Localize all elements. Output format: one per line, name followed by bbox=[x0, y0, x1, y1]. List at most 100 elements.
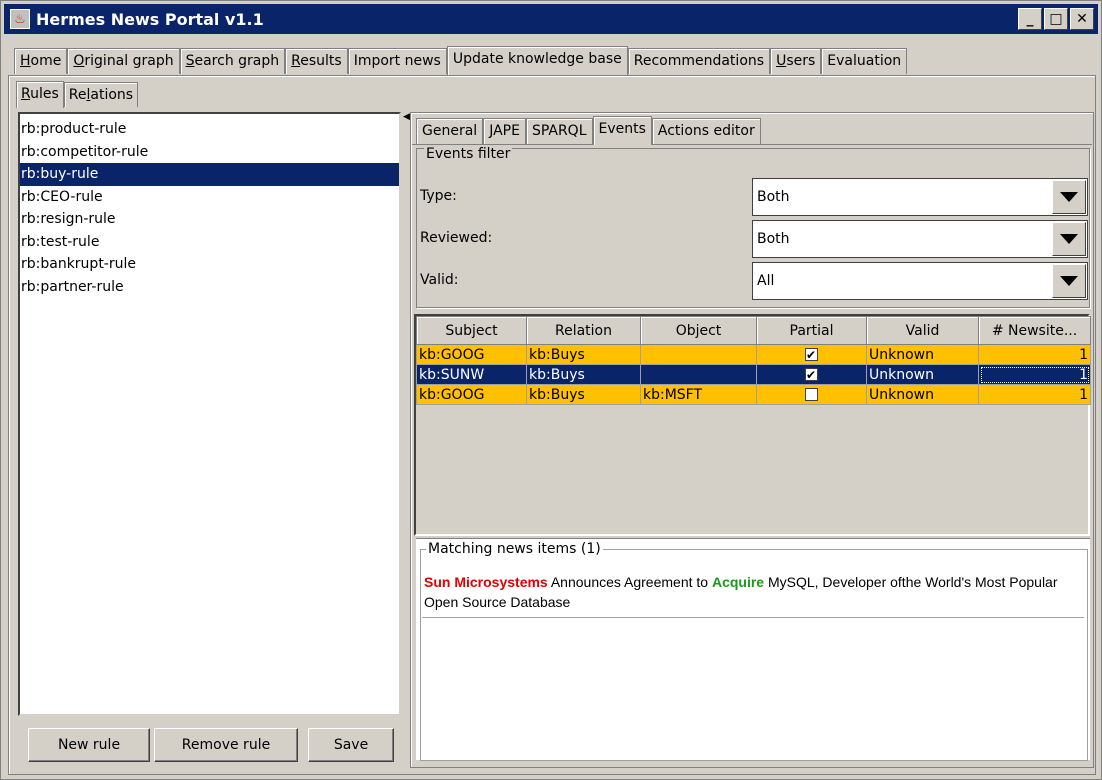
table-row[interactable]: kb:GOOG kb:Buys kb:MSFT Unknown 1 bbox=[416, 384, 1091, 405]
cell-relation: kb:Buys bbox=[526, 364, 641, 385]
type-label: Type: bbox=[420, 188, 457, 204]
cell-count: 1 bbox=[978, 364, 1091, 385]
list-item[interactable]: rb:product-rule bbox=[20, 118, 399, 141]
subject-keyword: Sun Microsystems bbox=[424, 574, 548, 590]
partial-checkbox[interactable] bbox=[805, 366, 818, 384]
tab-recommendations-label: Recommendations bbox=[633, 53, 765, 69]
valid-dropdown-button[interactable] bbox=[1052, 264, 1086, 298]
cell-subject: kb:GOOG bbox=[416, 384, 527, 405]
tab-rules[interactable]: Rules bbox=[16, 81, 64, 108]
main-tab-strip: Home Original graph Search graph Results… bbox=[14, 46, 908, 75]
type-dropdown-button[interactable] bbox=[1052, 180, 1086, 214]
cell-valid: Unknown bbox=[866, 344, 979, 365]
chevron-down-icon bbox=[1060, 276, 1078, 286]
table-row[interactable]: kb:GOOG kb:Buys Unknown 1 bbox=[416, 344, 1091, 365]
reviewed-select-value: Both bbox=[757, 231, 790, 247]
matching-news-legend: Matching news items (1) bbox=[426, 541, 603, 557]
java-cup-icon: ♨ bbox=[10, 9, 30, 29]
tab-import-news-label: Import news bbox=[353, 53, 441, 69]
cell-valid: Unknown bbox=[866, 364, 979, 385]
reviewed-label: Reviewed: bbox=[420, 230, 493, 246]
news-item-link[interactable]: Sun Microsystems Announces Agreement to … bbox=[424, 572, 1084, 612]
minimize-button[interactable]: _ bbox=[1018, 8, 1042, 30]
partial-checkbox[interactable] bbox=[805, 388, 818, 401]
column-header-newsitems[interactable]: # Newsite... bbox=[978, 316, 1091, 345]
column-header-partial[interactable]: Partial bbox=[756, 316, 867, 345]
tab-original-graph-mnemonic: O bbox=[73, 53, 85, 69]
valid-select-value: All bbox=[757, 273, 775, 289]
tab-home[interactable]: Home bbox=[14, 48, 68, 74]
tab-general[interactable]: General bbox=[416, 118, 484, 144]
tab-search-graph[interactable]: Search graph bbox=[179, 48, 286, 74]
tab-update-knowledge-base[interactable]: Update knowledge base bbox=[446, 46, 628, 75]
list-item[interactable]: rb:partner-rule bbox=[20, 276, 399, 299]
list-item[interactable]: rb:resign-rule bbox=[20, 208, 399, 231]
column-header-object[interactable]: Object bbox=[640, 316, 757, 345]
valid-select[interactable]: All bbox=[752, 262, 1088, 300]
save-button[interactable]: Save bbox=[308, 728, 394, 762]
list-item[interactable]: rb:competitor-rule bbox=[20, 141, 399, 164]
table-header-row: Subject Relation Object Partial Valid # … bbox=[416, 316, 1091, 345]
valid-label: Valid: bbox=[420, 272, 459, 288]
news-separator bbox=[422, 617, 1084, 618]
cell-count: 1 bbox=[978, 344, 1091, 365]
tab-results-label: esults bbox=[300, 53, 342, 69]
tab-evaluation[interactable]: Evaluation bbox=[821, 48, 908, 74]
chevron-down-icon bbox=[1060, 192, 1078, 202]
cell-subject: kb:SUNW bbox=[416, 364, 527, 385]
remove-rule-button[interactable]: Remove rule bbox=[154, 728, 298, 762]
window-title: Hermes News Portal v1.1 bbox=[36, 9, 264, 29]
column-header-valid[interactable]: Valid bbox=[866, 316, 979, 345]
column-header-relation[interactable]: Relation bbox=[526, 316, 641, 345]
tab-import-news[interactable]: Import news bbox=[347, 48, 447, 74]
new-rule-button[interactable]: New rule bbox=[28, 728, 150, 762]
tab-rules-label: ules bbox=[30, 86, 59, 102]
cell-object bbox=[640, 364, 757, 385]
tab-relations-prefix: Re bbox=[68, 87, 87, 103]
tab-original-graph-label: riginal graph bbox=[84, 53, 174, 69]
splitter-collapse-icon[interactable]: ◀ bbox=[403, 112, 410, 122]
tab-original-graph[interactable]: Original graph bbox=[67, 48, 180, 74]
tab-home-label: ome bbox=[30, 53, 62, 69]
list-item[interactable]: rb:test-rule bbox=[20, 231, 399, 254]
sub-tab-strip: Rules Relations bbox=[16, 81, 139, 108]
cell-relation: kb:Buys bbox=[526, 344, 641, 365]
close-button[interactable]: ✕ bbox=[1070, 8, 1094, 30]
tab-results[interactable]: Results bbox=[285, 48, 348, 74]
type-select-value: Both bbox=[757, 189, 790, 205]
tab-actions-editor[interactable]: Actions editor bbox=[651, 118, 761, 144]
rule-list[interactable]: rb:product-rule rb:competitor-rule rb:bu… bbox=[18, 112, 401, 716]
tab-results-mnemonic: R bbox=[291, 53, 301, 69]
cell-partial bbox=[756, 344, 867, 365]
maximize-button[interactable]: □ bbox=[1044, 8, 1068, 30]
tab-relations[interactable]: Relations bbox=[63, 82, 139, 107]
reviewed-dropdown-button[interactable] bbox=[1052, 222, 1086, 256]
title-bar[interactable]: ♨ Hermes News Portal v1.1 _ □ ✕ bbox=[4, 4, 1098, 34]
tab-jape[interactable]: JAPE bbox=[483, 118, 526, 144]
cell-object: kb:MSFT bbox=[640, 384, 757, 405]
tab-sparql[interactable]: SPARQL bbox=[525, 118, 593, 144]
list-item-selected[interactable]: rb:buy-rule bbox=[20, 163, 399, 186]
tab-home-mnemonic: H bbox=[20, 53, 31, 69]
cell-partial bbox=[756, 364, 867, 385]
cell-valid: Unknown bbox=[866, 384, 979, 405]
reviewed-select[interactable]: Both bbox=[752, 220, 1088, 258]
type-select[interactable]: Both bbox=[752, 178, 1088, 216]
tab-events[interactable]: Events bbox=[592, 116, 652, 145]
list-item[interactable]: rb:CEO-rule bbox=[20, 186, 399, 209]
events-table[interactable]: Subject Relation Object Partial Valid # … bbox=[416, 316, 1091, 405]
tab-search-graph-label: earch graph bbox=[194, 53, 280, 69]
news-text-part: Announces Agreement to bbox=[547, 574, 712, 590]
tab-evaluation-label: Evaluation bbox=[827, 53, 902, 69]
tab-users[interactable]: Users bbox=[770, 48, 822, 74]
column-header-subject[interactable]: Subject bbox=[416, 316, 527, 345]
list-item[interactable]: rb:bankrupt-rule bbox=[20, 253, 399, 276]
tab-users-mnemonic: U bbox=[776, 53, 787, 69]
cell-count: 1 bbox=[978, 384, 1091, 405]
cell-subject: kb:GOOG bbox=[416, 344, 527, 365]
tab-update-knowledge-base-label: Update knowledge base bbox=[452, 51, 622, 67]
partial-checkbox[interactable] bbox=[805, 346, 818, 364]
table-row-selected[interactable]: kb:SUNW kb:Buys Unknown 1 bbox=[416, 364, 1091, 385]
tab-recommendations[interactable]: Recommendations bbox=[627, 48, 771, 74]
tab-relations-label: ations bbox=[90, 87, 134, 103]
